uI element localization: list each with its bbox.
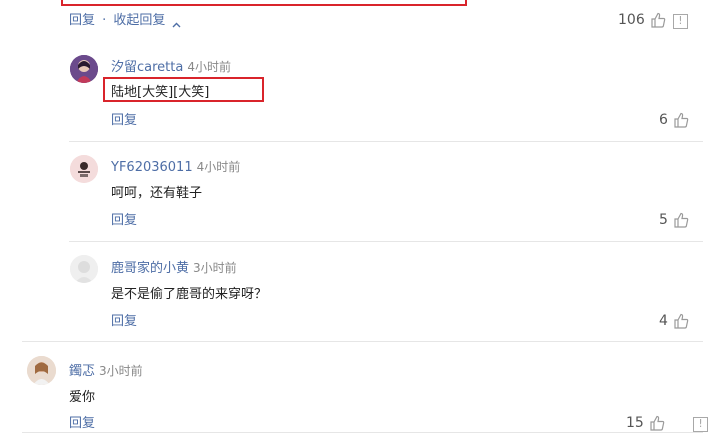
username-link[interactable]: 鐲忑 bbox=[69, 364, 95, 379]
timestamp: 4小时前 bbox=[187, 60, 231, 74]
avatar[interactable] bbox=[27, 356, 56, 385]
reply-header: 鹿哥家的小黄 3小时前 bbox=[111, 257, 237, 276]
reply-button[interactable]: 回复 bbox=[111, 310, 137, 329]
reply-text: 陆地[大笑][大笑] bbox=[111, 85, 210, 100]
collapse-replies-button[interactable]: 收起回复 bbox=[113, 13, 165, 28]
like-group: 15 bbox=[626, 412, 665, 431]
like-group: 6 bbox=[659, 109, 689, 128]
chevron-up-icon[interactable] bbox=[172, 15, 181, 28]
thumbs-up-icon[interactable] bbox=[649, 415, 665, 431]
divider bbox=[22, 341, 703, 342]
thumbs-up-icon[interactable] bbox=[673, 112, 689, 128]
like-count: 5 bbox=[659, 212, 668, 228]
comment-header: 鐲忑 3小时前 bbox=[69, 360, 143, 379]
reply-header: YF62036011 4小时前 bbox=[111, 156, 240, 175]
username-link[interactable]: 鹿哥家的小黄 bbox=[111, 261, 189, 276]
timestamp: 3小时前 bbox=[193, 261, 237, 275]
report-icon[interactable] bbox=[673, 14, 688, 29]
avatar[interactable] bbox=[70, 55, 98, 83]
thumbs-up-icon[interactable] bbox=[673, 313, 689, 329]
divider bbox=[22, 432, 703, 433]
separator-dot: · bbox=[102, 13, 107, 28]
top-like-count: 106 bbox=[618, 12, 645, 28]
reply-button[interactable]: 回复 bbox=[111, 209, 137, 228]
avatar[interactable] bbox=[70, 155, 98, 183]
comment-text: 爱你 bbox=[69, 390, 96, 405]
top-like-group: 106 bbox=[618, 9, 666, 28]
thumbs-up-icon[interactable] bbox=[673, 212, 689, 228]
divider bbox=[69, 241, 703, 242]
like-count: 6 bbox=[659, 112, 668, 128]
timestamp: 4小时前 bbox=[196, 160, 241, 174]
top-action-row: 回复 · 收起回复 bbox=[69, 9, 181, 28]
timestamp: 3小时前 bbox=[99, 364, 143, 378]
thumbs-up-icon[interactable] bbox=[650, 12, 666, 28]
username-link[interactable]: YF62036011 bbox=[111, 160, 193, 175]
avatar[interactable] bbox=[70, 255, 98, 283]
reply-button[interactable]: 回复 bbox=[69, 412, 95, 431]
reply-button[interactable]: 回复 bbox=[111, 109, 137, 128]
reply-header: 汐留caretta 4小时前 bbox=[111, 56, 231, 75]
divider bbox=[69, 141, 703, 142]
report-icon[interactable] bbox=[693, 417, 709, 432]
reply-text: 呵呵，还有鞋子 bbox=[111, 186, 203, 201]
top-reply-button[interactable]: 回复 bbox=[69, 13, 95, 28]
reply-text: 是不是偷了鹿哥的来穿呀？ bbox=[111, 287, 268, 302]
top-highlight-box bbox=[61, 0, 467, 6]
like-count: 4 bbox=[659, 313, 668, 329]
like-group: 5 bbox=[659, 209, 689, 228]
like-count: 15 bbox=[626, 415, 644, 431]
username-link[interactable]: 汐留caretta bbox=[111, 60, 183, 75]
like-group: 4 bbox=[659, 310, 689, 329]
